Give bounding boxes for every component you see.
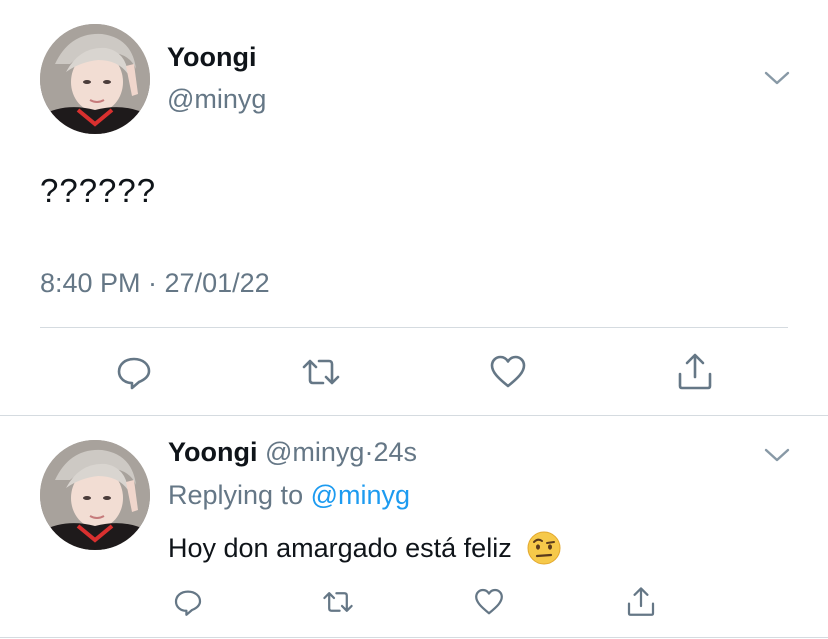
main-share-icon[interactable]: [675, 352, 715, 392]
reply-header: Yoongi @minyg·24s: [168, 437, 417, 468]
reply-like-icon[interactable]: [473, 586, 505, 618]
thread-divider: [0, 415, 828, 416]
reply-share-icon[interactable]: [625, 586, 657, 618]
reply-text: Hoy don amargado está feliz: [168, 530, 562, 566]
main-retweet-icon[interactable]: [301, 352, 341, 392]
main-tweet-divider: [40, 327, 788, 328]
main-author-name[interactable]: Yoongi: [167, 42, 256, 73]
reply-author-handle[interactable]: @minyg: [265, 437, 364, 467]
main-author-handle[interactable]: @minyg: [167, 84, 266, 115]
reply-retweet-icon[interactable]: [322, 586, 354, 618]
reply-reply-icon[interactable]: [172, 586, 204, 618]
main-tweet-text: ??????: [40, 172, 157, 209]
reply-author-name[interactable]: Yoongi: [168, 437, 257, 467]
main-reply-icon[interactable]: [114, 352, 154, 392]
replying-to-prefix: Replying to: [168, 480, 304, 510]
reply-time[interactable]: 24s: [373, 437, 417, 467]
main-tweet-menu-chevron-icon[interactable]: [764, 70, 790, 86]
reply-menu-chevron-icon[interactable]: [764, 447, 790, 463]
main-author-avatar[interactable]: [40, 24, 150, 134]
bottom-divider: [0, 637, 828, 638]
replying-to-mention-link[interactable]: @minyg: [311, 480, 410, 510]
reply-author-avatar[interactable]: [40, 440, 150, 550]
main-like-icon[interactable]: [488, 352, 528, 392]
face-with-raised-eyebrow-icon: [526, 530, 562, 566]
main-tweet-timestamp[interactable]: 8:40 PM · 27/01/22: [40, 268, 270, 299]
replying-to-line: Replying to @minyg: [168, 480, 410, 511]
reply-text-content: Hoy don amargado está feliz: [168, 532, 512, 563]
